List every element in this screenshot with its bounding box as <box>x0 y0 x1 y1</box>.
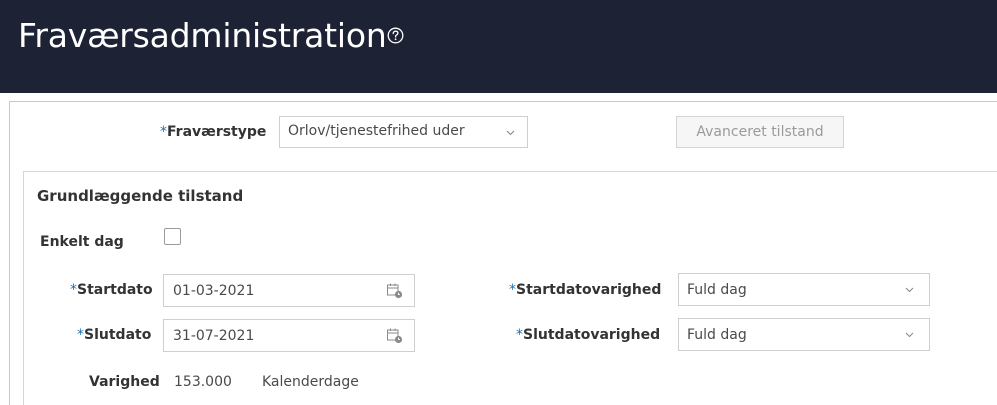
start-date-label: *Startdato <box>70 282 153 298</box>
single-day-checkbox[interactable] <box>164 228 181 245</box>
duration-label: Varighed <box>89 374 160 390</box>
required-marker: * <box>70 282 77 298</box>
start-date-value: 01-03-2021 <box>173 283 255 299</box>
chevron-down-icon <box>905 287 914 293</box>
page-title: Fraværsadministration <box>18 16 387 55</box>
duration-unit: Kalenderdage <box>262 374 359 390</box>
end-duration-select[interactable]: Fuld dag <box>678 318 930 351</box>
start-duration-select[interactable]: Fuld dag <box>678 273 930 306</box>
end-duration-value: Fuld dag <box>687 327 747 343</box>
end-duration-label: *Slutdatovarighed <box>516 327 661 343</box>
end-date-value: 31-07-2021 <box>173 328 255 344</box>
absence-type-label: *Fraværstype <box>160 124 267 140</box>
page-header: Fraværsadministration <box>0 0 997 93</box>
help-circle-icon[interactable] <box>387 27 404 44</box>
absence-type-value: Orlov/tjenestefrihed uder <box>288 123 465 139</box>
required-marker: * <box>160 124 167 140</box>
absence-type-select[interactable]: Orlov/tjenestefrihed uder <box>279 116 528 148</box>
chevron-down-icon <box>905 332 914 338</box>
start-date-input[interactable]: 01-03-2021 <box>163 274 415 307</box>
start-duration-label: *Startdatovarighed <box>509 282 662 298</box>
advanced-mode-button[interactable]: Avanceret tilstand <box>676 116 844 148</box>
required-marker: * <box>509 282 516 298</box>
calendar-icon[interactable] <box>386 327 403 344</box>
calendar-icon[interactable] <box>386 282 403 299</box>
end-date-label: *Slutdato <box>77 327 152 343</box>
single-day-label: Enkelt dag <box>40 234 124 250</box>
required-marker: * <box>77 327 84 343</box>
chevron-down-icon <box>506 130 515 136</box>
section-title: Grundlæggende tilstand <box>37 187 244 205</box>
duration-value: 153.000 <box>174 374 232 390</box>
required-marker: * <box>516 327 523 343</box>
start-duration-value: Fuld dag <box>687 282 747 298</box>
end-date-input[interactable]: 31-07-2021 <box>163 319 415 352</box>
